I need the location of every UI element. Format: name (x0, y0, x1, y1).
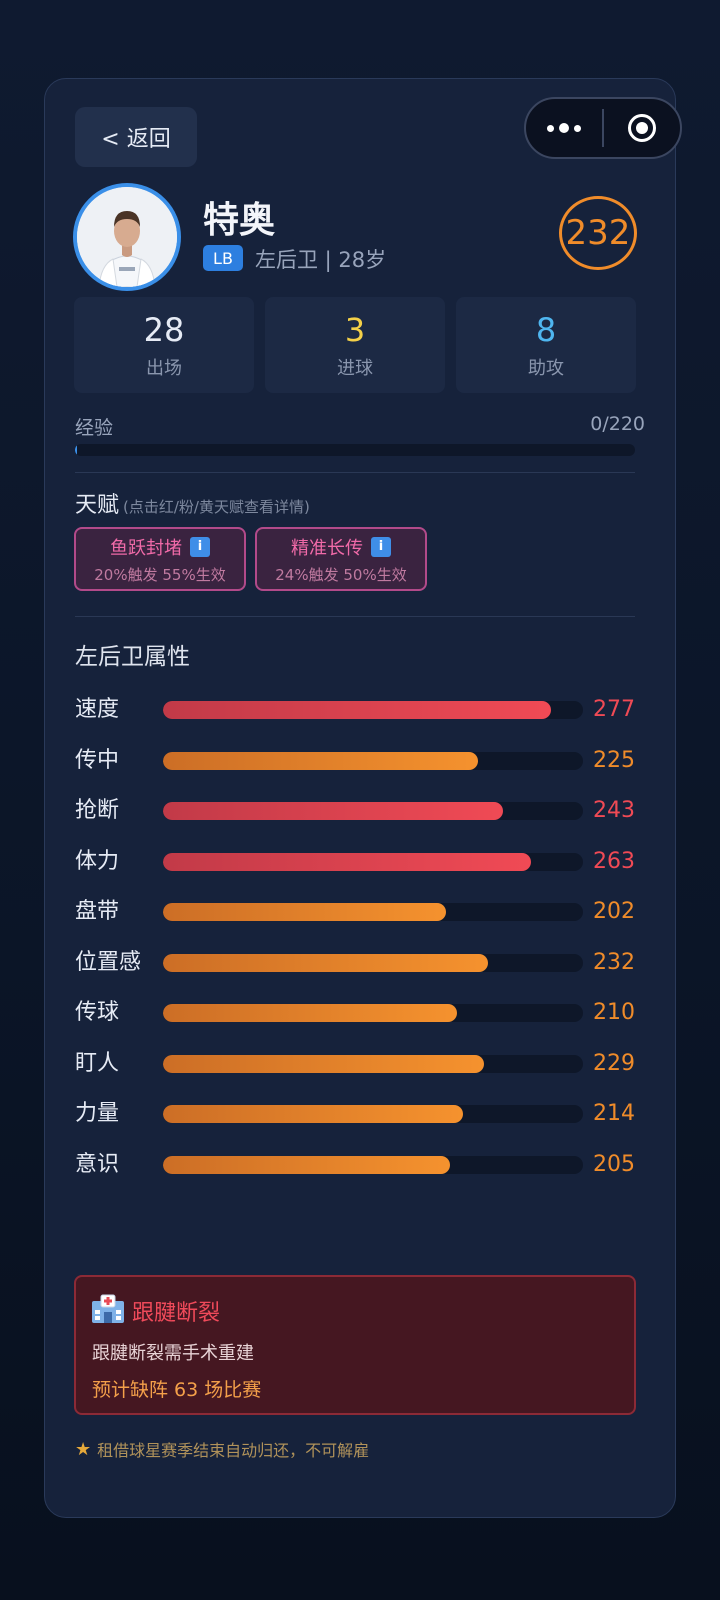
position-badge: LB (203, 245, 243, 271)
experience-value: 0/220 (590, 413, 645, 435)
attribute-name: 体力 (75, 848, 120, 874)
talent-name-row: 精准长传 i (291, 534, 391, 560)
attribute-bar (163, 1004, 583, 1022)
attribute-bar (163, 903, 583, 921)
attribute-bar (163, 751, 583, 770)
attribute-bar-fill (163, 903, 446, 921)
attribute-name: 速度 (75, 697, 120, 722)
attribute-bar-fill (163, 1004, 457, 1022)
attribute-value: 243 (593, 798, 635, 823)
talent-name: 鱼跃封堵 (110, 537, 182, 559)
attribute-row: 盯人 229 (75, 1049, 635, 1079)
info-icon[interactable]: i (190, 536, 210, 557)
attribute-bar (163, 1105, 583, 1123)
star-icon: ★ (75, 1438, 92, 1460)
attribute-bar-fill (163, 802, 504, 820)
loan-note: ★ 租借球星赛季结束自动归还，不可解雇 (75, 1437, 369, 1461)
attribute-row: 速度 277 (75, 695, 635, 725)
attribute-name: 位置感 (75, 949, 142, 975)
stat-value: 3 (344, 311, 366, 349)
attribute-bar (163, 953, 583, 972)
attribute-name: 盘带 (75, 899, 120, 924)
player-meta: 左后卫 | 28岁 (255, 248, 387, 272)
stat-value: 28 (143, 311, 185, 349)
attribute-value: 205 (593, 1151, 635, 1177)
injury-title: 跟腱断裂 (132, 1301, 221, 1326)
attribute-value: 210 (593, 1000, 635, 1025)
attribute-value: 202 (593, 899, 635, 924)
info-icon[interactable]: i (371, 536, 391, 557)
talent-name: 精准长传 (291, 537, 363, 559)
player-name: 特奥 (203, 200, 276, 241)
attribute-row: 传中 225 (75, 746, 635, 776)
injury-description: 跟腱断裂需手术重建 (92, 1343, 254, 1364)
player-detail-card: < 返回 特奥 LB 左后卫 | 28岁 232 28 出场 3 进球 8 助攻… (44, 78, 676, 1518)
stat-assists: 8 助攻 (456, 297, 636, 393)
attribute-name: 传中 (75, 747, 120, 773)
attribute-name: 意识 (75, 1151, 120, 1177)
experience-bar-fill (75, 444, 77, 456)
attribute-bar-fill (163, 751, 478, 770)
talent-effect: 20%触发 55%生效 (94, 565, 226, 584)
hospital-icon (92, 1294, 124, 1323)
attribute-bar (163, 1054, 583, 1073)
talent-card-dive-block[interactable]: 鱼跃封堵 i 20%触发 55%生效 (74, 527, 246, 591)
attribute-bar-fill (163, 1105, 463, 1123)
talents-hint: (点击红/粉/黄天赋查看详情) (123, 498, 310, 516)
attribute-row: 传球 210 (75, 998, 635, 1028)
attribute-bar (163, 802, 583, 820)
attribute-name: 抢断 (75, 798, 120, 823)
injury-panel: 跟腱断裂 跟腱断裂需手术重建 预计缺阵 63 场比赛 (74, 1275, 636, 1415)
attribute-value: 229 (593, 1050, 635, 1076)
attribute-bar-fill (163, 1054, 484, 1073)
divider (75, 616, 635, 617)
attribute-value: 225 (593, 747, 635, 773)
stat-appearances: 28 出场 (74, 297, 254, 393)
attribute-bar-fill (163, 852, 532, 871)
experience-bar (75, 444, 635, 456)
attribute-row: 位置感 232 (75, 948, 635, 978)
injury-games-missed: 预计缺阵 63 场比赛 (92, 1379, 262, 1401)
more-options-icon[interactable] (526, 123, 602, 133)
player-photo-icon (77, 187, 177, 287)
stat-value: 8 (535, 311, 557, 349)
close-program-icon[interactable] (604, 114, 680, 142)
stat-goals: 3 进球 (265, 297, 445, 393)
attribute-bar (163, 701, 583, 719)
avatar (73, 183, 181, 291)
attribute-value: 277 (593, 697, 635, 722)
talent-effect: 24%触发 50%生效 (275, 565, 407, 584)
loan-note-text: 租借球星赛季结束自动归还，不可解雇 (97, 1441, 370, 1460)
stat-label: 助攻 (528, 358, 564, 379)
divider (75, 472, 635, 473)
attribute-name: 力量 (75, 1101, 120, 1126)
experience-label: 经验 (75, 417, 114, 439)
mini-program-capsule (524, 97, 682, 159)
talents-title: 天赋 (75, 493, 120, 518)
back-button[interactable]: < 返回 (75, 107, 197, 167)
stat-label: 出场 (146, 358, 182, 379)
stat-label: 进球 (337, 358, 373, 379)
attribute-bar (163, 1155, 583, 1174)
overall-rating: 232 (559, 196, 637, 270)
talent-name-row: 鱼跃封堵 i (110, 534, 210, 560)
talents-heading: 天赋 (点击红/粉/黄天赋查看详情) (75, 487, 310, 519)
attribute-bar (163, 852, 583, 871)
attribute-row: 力量 214 (75, 1099, 635, 1129)
attribute-bar-fill (163, 701, 551, 719)
attribute-row: 盘带 202 (75, 897, 635, 927)
attribute-value: 263 (593, 848, 635, 874)
attribute-value: 232 (593, 949, 635, 975)
attribute-row: 体力 263 (75, 847, 635, 877)
attribute-name: 传球 (75, 1000, 120, 1025)
attribute-value: 214 (593, 1101, 635, 1126)
attribute-bar-fill (163, 953, 488, 972)
attribute-row: 意识 205 (75, 1150, 635, 1180)
attribute-name: 盯人 (75, 1050, 120, 1076)
attribute-row: 抢断 243 (75, 796, 635, 826)
attribute-bar-fill (163, 1155, 450, 1174)
talent-card-long-pass[interactable]: 精准长传 i 24%触发 50%生效 (255, 527, 427, 591)
attributes-title: 左后卫属性 (75, 644, 190, 670)
